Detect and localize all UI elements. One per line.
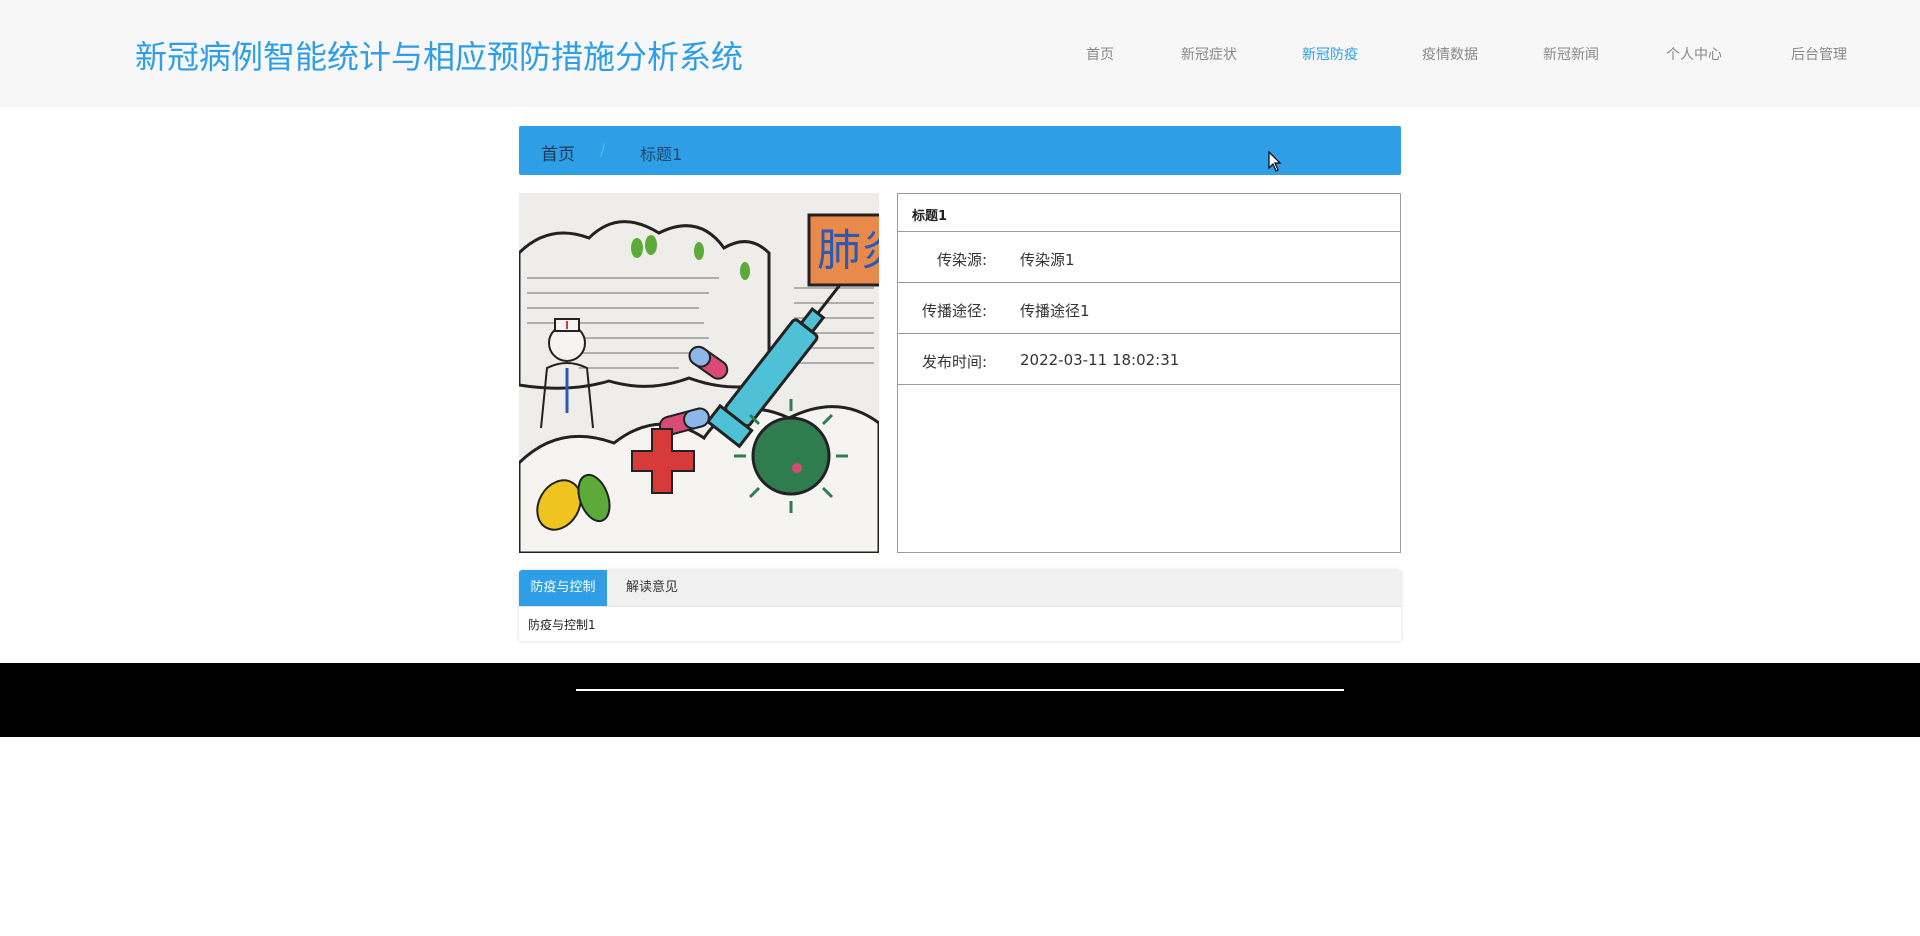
nav-prevention[interactable]: 新冠防疫 <box>1302 44 1358 64</box>
poster-image: 肺炎 <box>519 193 879 553</box>
detail-value: 传播途径1 <box>1020 302 1090 320</box>
poster-drawing: 肺炎 <box>519 193 879 553</box>
nav-home[interactable]: 首页 <box>1086 44 1114 64</box>
tab-interpretation[interactable]: 解读意见 <box>607 570 697 606</box>
detail-value: 传染源1 <box>1020 251 1075 269</box>
site-footer <box>0 663 1920 737</box>
footer-divider <box>576 689 1344 691</box>
poster-headline: 肺炎 <box>817 225 879 276</box>
mouse-cursor-icon <box>1268 151 1282 172</box>
breadcrumb-home[interactable]: 首页 <box>541 140 575 165</box>
nav-news[interactable]: 新冠新闻 <box>1543 44 1599 64</box>
nav-symptoms[interactable]: 新冠症状 <box>1181 44 1237 64</box>
site-header: 新冠病例智能统计与相应预防措施分析系统 首页 新冠症状 新冠防疫 疫情数据 新冠… <box>0 0 1920 107</box>
detail-label: 发布时间: <box>921 353 987 371</box>
detail-label: 传染源: <box>936 251 987 269</box>
detail-title: 标题1 <box>912 209 948 224</box>
detail-label: 传播途径: <box>921 302 987 320</box>
detail-title-row: 标题1 <box>898 194 1400 232</box>
detail-row-source: 传染源: 传染源1 <box>898 232 1400 283</box>
detail-panel: 标题1 传染源: 传染源1 传播途径: 传播途径1 发布时间: 2022-03-… <box>897 193 1401 553</box>
tab-strip: 防疫与控制 解读意见 <box>519 570 1401 607</box>
nav-admin[interactable]: 后台管理 <box>1791 44 1847 64</box>
detail-row-publish-time: 发布时间: 2022-03-11 18:02:31 <box>898 334 1400 385</box>
tab-prevention-control[interactable]: 防疫与控制 <box>519 570 607 606</box>
main-nav: 首页 新冠症状 新冠防疫 疫情数据 新冠新闻 个人中心 后台管理 <box>0 44 1920 64</box>
tab-content: 防疫与控制1 <box>528 618 596 632</box>
nav-epidemic-data[interactable]: 疫情数据 <box>1422 44 1478 64</box>
breadcrumb-separator: / <box>600 140 606 159</box>
detail-row-route: 传播途径: 传播途径1 <box>898 283 1400 334</box>
content-tabs: 防疫与控制 解读意见 防疫与控制1 <box>519 570 1401 641</box>
nav-personal-center[interactable]: 个人中心 <box>1666 44 1722 64</box>
detail-value: 2022-03-11 18:02:31 <box>1020 351 1180 369</box>
breadcrumb-current: 标题1 <box>640 145 683 164</box>
